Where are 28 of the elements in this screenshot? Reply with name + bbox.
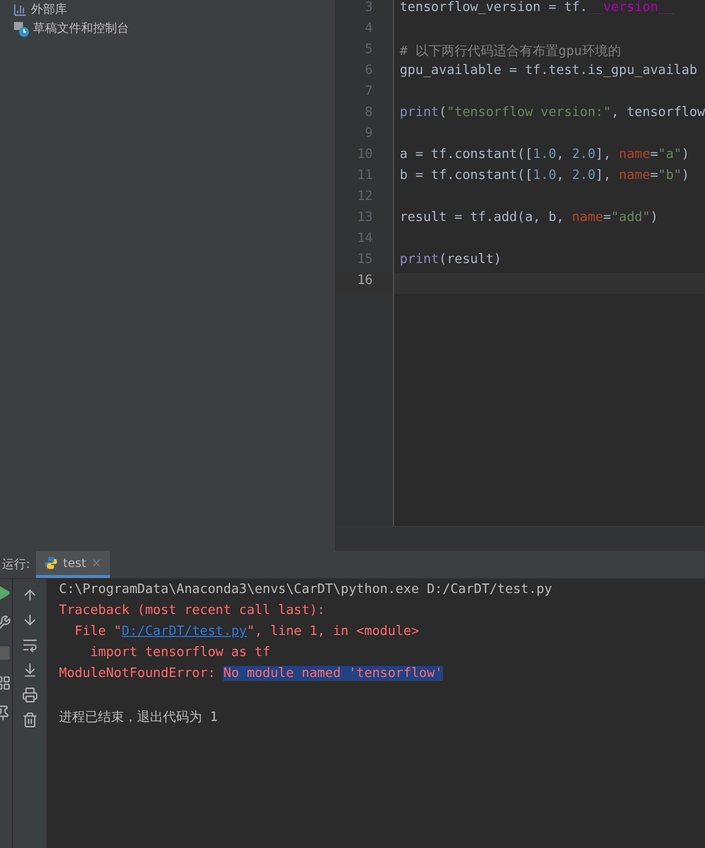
run-tab[interactable]: test ×: [36, 551, 110, 578]
library-icon: [13, 2, 27, 16]
exit-message: 进程已结束，退出代码为 1: [59, 710, 218, 725]
console-text: C:\ProgramData\Anaconda3\envs\CarDT\python.exe D:/CarDT/test.py: [59, 582, 552, 597]
code-line: a = tf.constant([1.0, 2.0], name="a"): [398, 147, 690, 164]
console-text: ModuleNotFoundError:: [59, 666, 217, 681]
console-text: Traceback (most recent call last):: [59, 603, 326, 618]
soft-wrap-icon[interactable]: [22, 637, 38, 653]
scratch-console-icon: [13, 20, 29, 36]
code-line: gpu_available = tf.test.is_gpu_availab: [398, 63, 698, 80]
python-icon: [44, 556, 58, 570]
console-text: ", line 1, in <module>: [246, 624, 420, 639]
scroll-to-end-icon[interactable]: [22, 662, 38, 678]
console-text: import tensorflow as tf: [89, 645, 270, 660]
code-line: result = tf.add(a, b, name="add"): [398, 210, 660, 227]
file-link[interactable]: D:/CarDT/test.py: [122, 624, 247, 639]
code-line: tensorflow_version = tf.__version__: [398, 0, 675, 17]
tree-item[interactable]: 草稿文件和控制台: [33, 20, 129, 37]
tree-item[interactable]: 外部库: [31, 1, 67, 18]
code-line: # 以下两行代码适合有布置gpu环境的: [398, 43, 622, 61]
run-label: 运行:: [1, 556, 32, 573]
code-line: print(result): [398, 252, 502, 269]
console-text: File ": [74, 624, 122, 639]
print-icon[interactable]: [22, 687, 38, 703]
code-line: print("tensorflow version:", tensorflow: [398, 105, 705, 122]
console-text: No module named 'tensorflow': [223, 666, 443, 681]
trash-icon[interactable]: [22, 712, 38, 728]
code-line: b = tf.constant([1.0, 2.0], name="b"): [398, 168, 690, 185]
